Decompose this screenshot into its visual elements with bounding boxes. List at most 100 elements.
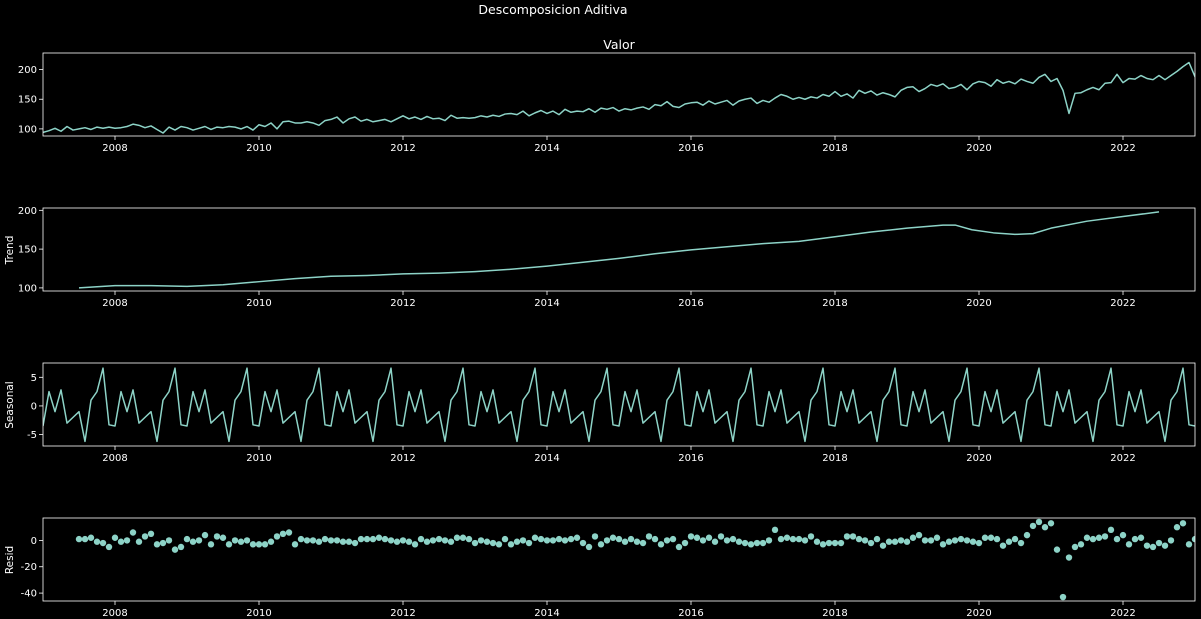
resid-point [867,539,875,547]
resid-point [1071,543,1079,551]
x-tick-label: 2016 [678,453,703,464]
resid-point [759,539,767,547]
resid-point [1107,526,1115,534]
resid-point [555,535,563,543]
y-tick-label: 100 [18,283,37,294]
resid-point [747,541,755,548]
x-tick-label: 2018 [822,608,847,619]
resid-point [537,535,545,543]
x-tick-label: 2016 [678,143,703,154]
x-tick-label: 2012 [390,143,415,154]
y-tick-label: 0 [31,536,37,547]
resid-point [1167,537,1175,544]
resid-point [915,531,923,539]
resid-point [1011,535,1019,543]
resid-point [903,538,911,545]
resid-point [711,538,719,545]
resid-point [243,537,251,544]
resid-point [1095,534,1103,541]
resid-point [795,535,803,543]
resid-point [237,538,245,545]
resid-point [189,538,197,545]
resid-point [477,537,485,544]
resid-point [423,538,431,545]
resid-point [735,538,743,545]
resid-point [855,535,863,543]
resid-point [885,538,893,545]
resid-point [525,539,533,547]
resid-point [87,534,95,541]
resid-point [1005,538,1013,545]
resid-point [501,535,509,543]
x-tick-label: 2022 [1110,143,1135,154]
resid-point [303,537,311,544]
x-tick-label: 2018 [822,143,847,154]
resid-point [117,538,125,545]
x-tick-label: 2008 [102,453,127,464]
resid-point [639,539,647,547]
resid-point [981,534,989,541]
resid-point [987,534,995,541]
resid-point [1077,541,1085,548]
resid-point [861,537,869,544]
resid-point [339,538,347,545]
resid-point [165,537,173,544]
resid-point [453,534,461,541]
resid-point [687,533,695,540]
resid-point [1065,554,1073,561]
x-tick-label: 2008 [102,143,127,154]
resid-point [93,538,101,545]
resid-point [1161,542,1169,549]
resid-point [345,538,353,545]
resid-point [585,543,593,551]
resid-point [807,533,815,540]
resid-point [717,533,725,540]
resid-point [597,541,605,548]
x-tick-label: 2016 [678,608,703,619]
resid-point [627,535,635,543]
resid-point [231,537,239,544]
resid-point [375,534,383,541]
resid-point [105,543,113,551]
resid-point [519,537,527,544]
resid-point [513,538,521,545]
resid-point [201,531,209,539]
resid-point [177,543,185,551]
x-tick-label: 2014 [534,453,559,464]
y-tick-label: 200 [18,65,37,76]
resid-point [1143,542,1151,549]
resid-point [729,535,737,543]
y-tick-label: 150 [18,245,37,256]
resid-point [675,543,683,551]
x-tick-label: 2022 [1110,453,1135,464]
resid-point [417,535,425,543]
x-tick-label: 2010 [246,608,271,619]
resid-point [489,539,497,547]
resid-point [963,537,971,544]
resid-point [567,535,575,543]
resid-point [315,538,323,545]
resid-point [273,533,281,540]
resid-point [357,535,365,543]
x-tick-label: 2020 [966,608,991,619]
resid-point [465,535,473,543]
resid-point [723,537,731,544]
resid-point [603,537,611,544]
resid-point [207,541,215,548]
figure-background [0,0,1201,619]
resid-point [531,534,539,541]
resid-point [591,533,599,540]
resid-point [813,538,821,545]
resid-point [441,537,449,544]
resid-point [309,537,317,544]
resid-point [969,538,977,545]
resid-point [495,541,503,548]
x-tick-label: 2014 [534,298,559,309]
resid-point [471,539,479,547]
resid-point [267,538,275,545]
resid-point [1131,535,1139,543]
resid-point [699,537,707,544]
y-tick-label: 150 [18,95,37,106]
resid-point [435,535,443,543]
panel-resid-ylabel: Resid [4,546,16,574]
